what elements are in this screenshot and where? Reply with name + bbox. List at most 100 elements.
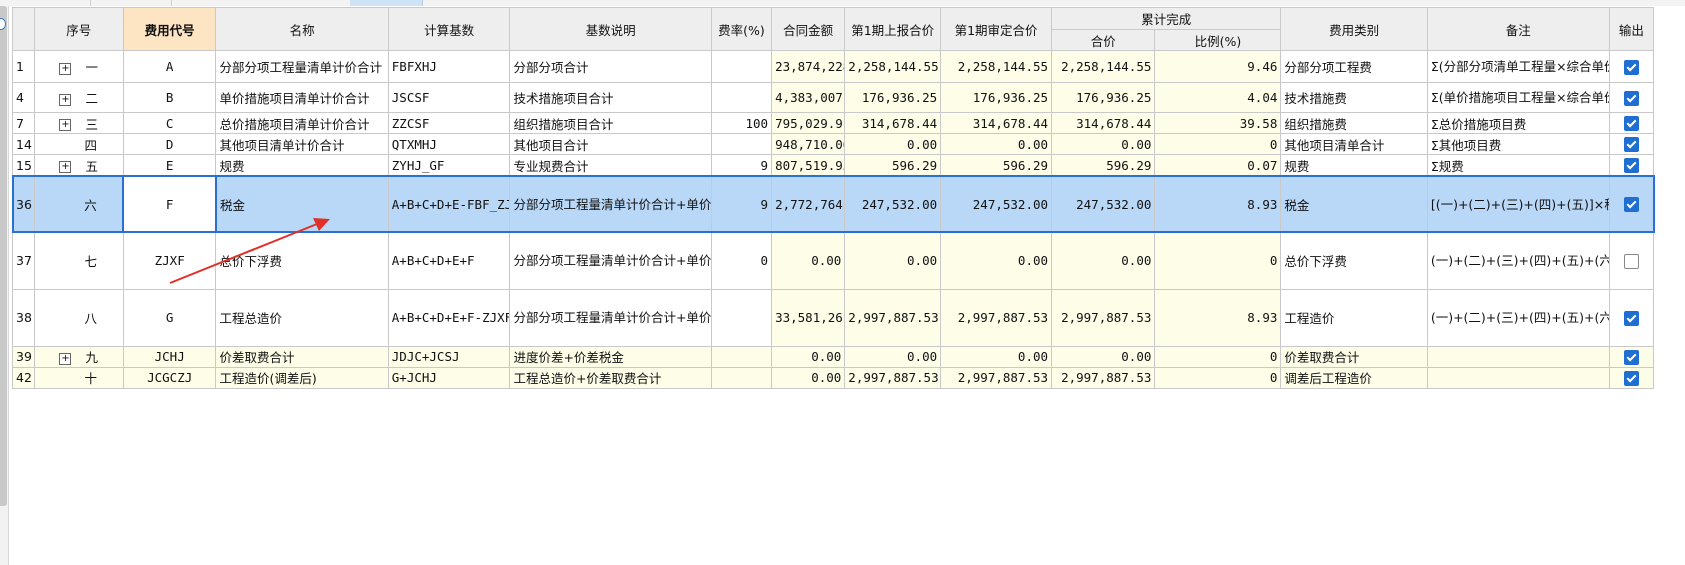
seq-cell[interactable]: + 一 bbox=[33, 50, 124, 83]
rate-cell[interactable]: 100 bbox=[710, 112, 773, 134]
output-checkbox[interactable] bbox=[1623, 349, 1639, 365]
code-cell[interactable]: JCGCZJ bbox=[122, 366, 217, 389]
code-cell[interactable]: JCHJ bbox=[122, 345, 217, 368]
cum-total-cell[interactable]: 0.00 bbox=[1051, 231, 1156, 290]
cum-ratio-cell[interactable]: 0 bbox=[1154, 133, 1282, 155]
output-checkbox[interactable] bbox=[1623, 59, 1639, 75]
cum-ratio-cell[interactable]: 39.58 bbox=[1154, 112, 1282, 134]
remark-cell[interactable]: (一)+(二)+(三)+(四)+(五)+(六) bbox=[1426, 231, 1610, 290]
scrollbar-thumb[interactable] bbox=[0, 6, 7, 506]
cum-ratio-cell[interactable]: 4.04 bbox=[1154, 82, 1282, 113]
seq-cell[interactable]: + 二 bbox=[33, 82, 124, 113]
seq-cell[interactable]: 六 bbox=[33, 175, 124, 233]
output-checkbox[interactable] bbox=[1623, 158, 1639, 174]
table-row[interactable]: 14 四 D 其他项目清单计价合计 QTXMHJ 其他项目合计 948,710.00 0.00… bbox=[12, 133, 1655, 155]
cum-total-cell[interactable]: 2,997,887.53 bbox=[1051, 366, 1156, 389]
p1-approved-cell[interactable]: 247,532.00 bbox=[940, 175, 1053, 233]
expand-toggle-icon[interactable]: + bbox=[59, 93, 72, 106]
tab-partial[interactable] bbox=[250, 0, 351, 6]
output-checkbox[interactable] bbox=[1623, 253, 1639, 269]
contract-amount-cell[interactable]: 2,772,764.68 bbox=[771, 175, 846, 233]
cum-ratio-cell[interactable]: 8.93 bbox=[1154, 175, 1282, 233]
base-desc-cell[interactable]: 分部分项工程量清单计价合计+单价措施项目清单计价合计+总价措施项目清单计价合计+… bbox=[509, 175, 712, 233]
name-cell[interactable]: 税金 bbox=[215, 175, 389, 233]
cum-total-cell[interactable]: 0.00 bbox=[1051, 345, 1156, 368]
table-row[interactable]: 39 + 九 JCHJ 价差取费合计 JDJC+JCSJ 进度价差+价差税金 0.00 0.00… bbox=[12, 345, 1655, 368]
output-cell[interactable] bbox=[1608, 288, 1655, 347]
remark-cell[interactable]: Σ(分部分项清单工程量×综合单价) bbox=[1426, 50, 1610, 83]
output-checkbox[interactable] bbox=[1623, 310, 1639, 326]
cum-ratio-cell[interactable]: 9.46 bbox=[1154, 50, 1282, 83]
rate-cell[interactable]: 9 bbox=[710, 154, 773, 177]
category-cell[interactable]: 组织措施费 bbox=[1280, 112, 1428, 134]
base-desc-cell[interactable]: 组织措施项目合计 bbox=[509, 112, 712, 134]
contract-amount-cell[interactable]: 0.00 bbox=[771, 231, 846, 290]
seq-cell[interactable]: + 五 bbox=[33, 154, 124, 177]
cum-total-cell[interactable]: 596.29 bbox=[1051, 154, 1156, 177]
category-cell[interactable]: 工程造价 bbox=[1280, 288, 1428, 347]
cum-total-cell[interactable]: 247,532.00 bbox=[1051, 175, 1156, 233]
base-cell[interactable]: A+B+C+D+E+F-ZJXF bbox=[387, 288, 511, 347]
remark-cell[interactable]: (一)+(二)+(三)+(四)+(五)+(六)-(七) bbox=[1426, 288, 1610, 347]
output-cell[interactable] bbox=[1608, 366, 1655, 389]
p1-approved-cell[interactable]: 0.00 bbox=[940, 231, 1053, 290]
cum-ratio-cell[interactable]: 0 bbox=[1154, 345, 1282, 368]
contract-amount-cell[interactable]: 807,519.95 bbox=[771, 154, 846, 177]
p1-reported-cell[interactable]: 247,532.00 bbox=[844, 175, 942, 233]
base-desc-cell[interactable]: 分部分项合计 bbox=[509, 50, 712, 83]
base-cell[interactable]: A+B+C+D+E-FBF_ZJF bbox=[387, 175, 511, 233]
p1-approved-cell[interactable]: 2,997,887.53 bbox=[940, 366, 1053, 389]
output-cell[interactable] bbox=[1608, 82, 1655, 113]
header-remark[interactable]: 备注 bbox=[1426, 7, 1610, 51]
rate-cell[interactable] bbox=[710, 366, 773, 389]
cum-ratio-cell[interactable]: 0 bbox=[1154, 366, 1282, 389]
header-contract-amount[interactable]: 合同金额 bbox=[771, 7, 846, 51]
p1-approved-cell[interactable]: 2,997,887.53 bbox=[940, 288, 1053, 347]
table-row[interactable]: 7 + 三 C 总价措施项目清单计价合计 ZZCSF 组织措施项目合计 100 795,029.… bbox=[12, 112, 1655, 134]
base-cell[interactable]: QTXMHJ bbox=[387, 133, 511, 155]
p1-reported-cell[interactable]: 314,678.44 bbox=[844, 112, 942, 134]
expand-toggle-icon[interactable]: + bbox=[59, 62, 72, 75]
cum-ratio-cell[interactable]: 0 bbox=[1154, 231, 1282, 290]
category-cell[interactable]: 规费 bbox=[1280, 154, 1428, 177]
category-cell[interactable]: 其他项目清单合计 bbox=[1280, 133, 1428, 155]
name-cell[interactable]: 价差取费合计 bbox=[215, 345, 389, 368]
code-cell[interactable]: ZJXF bbox=[122, 231, 217, 290]
table-row[interactable]: 36六F税金A+B+C+D+E-FBF_ZJF分部分项工程量清单计价合计+单价措… bbox=[11, 175, 1655, 233]
remark-cell[interactable]: [(一)+(二)+(三)+(四)+(五)]×税率 bbox=[1426, 175, 1610, 233]
tab-partial[interactable] bbox=[90, 0, 172, 6]
name-cell[interactable]: 其他项目清单计价合计 bbox=[215, 133, 389, 155]
output-cell[interactable] bbox=[1608, 345, 1655, 368]
remark-cell[interactable] bbox=[1426, 345, 1610, 368]
header-base-desc[interactable]: 基数说明 bbox=[509, 7, 712, 51]
remark-cell[interactable]: Σ其他项目费 bbox=[1426, 133, 1610, 155]
name-cell[interactable]: 工程总造价 bbox=[215, 288, 389, 347]
base-cell[interactable]: FBFXHJ bbox=[387, 50, 511, 83]
name-cell[interactable]: 工程造价(调差后) bbox=[215, 366, 389, 389]
table-row[interactable]: 38 八 G 工程总造价 A+B+C+D+E+F-ZJXF 分部分项工程量清单计价合计+单… bbox=[12, 288, 1655, 347]
rate-cell[interactable]: 9 bbox=[710, 175, 773, 233]
contract-amount-cell[interactable]: 33,581,261.08 bbox=[771, 288, 846, 347]
code-cell[interactable]: E bbox=[122, 154, 217, 177]
p1-approved-cell[interactable]: 0.00 bbox=[940, 133, 1053, 155]
header-rate[interactable]: 费率(%) bbox=[710, 7, 773, 51]
base-desc-cell[interactable]: 技术措施项目合计 bbox=[509, 82, 712, 113]
contract-amount-cell[interactable]: 23,874,228.56 bbox=[771, 50, 846, 83]
expand-toggle-icon[interactable]: + bbox=[59, 119, 72, 131]
output-cell[interactable] bbox=[1608, 231, 1655, 290]
cum-total-cell[interactable]: 314,678.44 bbox=[1051, 112, 1156, 134]
category-cell[interactable]: 调差后工程造价 bbox=[1280, 366, 1428, 389]
base-cell[interactable]: ZYHJ_GF bbox=[387, 154, 511, 177]
output-cell[interactable] bbox=[1608, 133, 1655, 155]
output-cell[interactable] bbox=[1608, 50, 1655, 83]
seq-cell[interactable]: + 九 bbox=[33, 345, 124, 368]
rate-cell[interactable] bbox=[710, 50, 773, 83]
p1-approved-cell[interactable]: 0.00 bbox=[940, 345, 1053, 368]
header-output[interactable]: 输出 bbox=[1608, 7, 1655, 51]
remark-cell[interactable]: Σ(单价措施项目工程量×综合单价) bbox=[1426, 82, 1610, 113]
category-cell[interactable]: 技术措施费 bbox=[1280, 82, 1428, 113]
output-cell[interactable] bbox=[1608, 154, 1655, 177]
p1-reported-cell[interactable]: 0.00 bbox=[844, 231, 942, 290]
vertical-scrollbar[interactable] bbox=[0, 6, 9, 565]
base-cell[interactable]: JSCSF bbox=[387, 82, 511, 113]
